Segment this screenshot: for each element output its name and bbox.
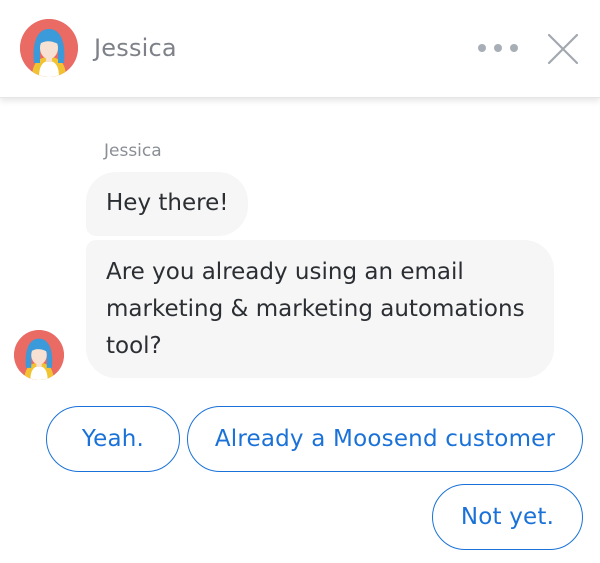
more-dot-2: [494, 44, 502, 52]
chat-header: Jessica: [0, 0, 600, 98]
contact-name: Jessica: [94, 34, 177, 62]
close-button[interactable]: [546, 32, 580, 66]
quick-reply-yeah-button[interactable]: Yeah.: [46, 406, 180, 472]
sender-avatar-icon: [14, 330, 64, 380]
message-bubble: Hey there!: [86, 172, 248, 236]
sender-label: Jessica: [104, 141, 162, 161]
message-bubble: Are you already using an email marketing…: [86, 240, 554, 378]
quick-reply-not-yet-button[interactable]: Not yet.: [432, 484, 583, 550]
more-dots-icon: [478, 44, 486, 52]
more-options-button[interactable]: [478, 36, 518, 60]
woman-avatar-icon: [20, 19, 78, 77]
more-dot-3: [510, 44, 518, 52]
quick-reply-customer-button[interactable]: Already a Moosend customer: [187, 406, 583, 472]
close-icon: [547, 33, 579, 65]
